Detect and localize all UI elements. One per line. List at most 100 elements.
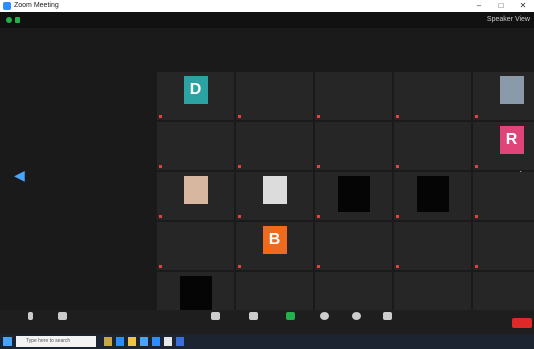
meeting-info-icon[interactable]: [6, 17, 12, 23]
windows-start-icon[interactable]: [3, 337, 12, 346]
participant-tile[interactable]: [236, 72, 313, 120]
participant-name-caption: [475, 164, 534, 169]
participant-tile[interactable]: [394, 122, 471, 170]
video-off-placeholder: [337, 176, 370, 212]
muted-microphone-icon: [317, 115, 320, 119]
share-screen-icon: [285, 312, 295, 320]
muted-microphone-icon: [238, 215, 241, 219]
end-meeting-button[interactable]: [512, 318, 532, 328]
participant-tile[interactable]: [315, 172, 392, 220]
participant-tile[interactable]: [157, 172, 234, 220]
video-camera-icon: [57, 312, 67, 320]
participant-tile[interactable]: [236, 172, 313, 220]
muted-microphone-icon: [396, 165, 399, 169]
chevron-left-icon[interactable]: ◀: [14, 166, 25, 184]
record-button[interactable]: [314, 312, 334, 332]
participant-avatar: [183, 176, 208, 204]
reactions-icon: [351, 312, 361, 320]
chat-icon: [248, 312, 258, 320]
participant-name-caption: [238, 114, 311, 119]
encryption-icon[interactable]: [15, 17, 20, 23]
participant-avatar: D: [183, 76, 208, 104]
reactions-button[interactable]: [344, 312, 368, 332]
participant-tile[interactable]: [394, 222, 471, 270]
chat-button[interactable]: [244, 312, 262, 332]
participant-tile[interactable]: [315, 72, 392, 120]
participant-name-caption: [238, 164, 311, 169]
close-icon[interactable]: ✕: [512, 0, 534, 12]
participant-name-caption: [475, 114, 534, 119]
participant-name-caption: [317, 164, 390, 169]
windows-taskbar: Type here to search: [0, 334, 534, 349]
participant-avatar: [262, 176, 287, 204]
muted-microphone-icon: [317, 265, 320, 269]
apps-icon: [382, 312, 392, 320]
participant-tile[interactable]: [157, 122, 234, 170]
participant-name-caption: [396, 114, 469, 119]
zoom-taskbar-icon[interactable]: [152, 337, 160, 346]
participant-name-caption: [238, 214, 311, 219]
taskbar-app-icon[interactable]: [140, 337, 148, 346]
muted-microphone-icon: [159, 265, 162, 269]
participant-tile[interactable]: [394, 72, 471, 120]
folder-icon[interactable]: [128, 337, 136, 346]
taskbar-app-icon[interactable]: [176, 337, 184, 346]
participants-button[interactable]: [200, 312, 230, 332]
minimize-icon[interactable]: –: [468, 0, 490, 12]
muted-microphone-icon: [159, 165, 162, 169]
muted-microphone-icon: [396, 215, 399, 219]
participants-icon: [210, 312, 220, 320]
participant-avatar: R: [499, 126, 524, 154]
muted-microphone-icon: [238, 115, 241, 119]
muted-microphone-icon: [475, 265, 478, 269]
meeting-toolbar: [0, 310, 534, 334]
taskbar-search-input[interactable]: Type here to search: [16, 336, 96, 347]
record-icon: [319, 312, 329, 320]
participant-name-caption: [159, 214, 232, 219]
video-off-placeholder: [179, 276, 212, 312]
muted-microphone-icon: [238, 165, 241, 169]
share-screen-button[interactable]: [276, 312, 304, 332]
muted-microphone-icon: [317, 165, 320, 169]
participant-name-caption: [159, 264, 232, 269]
taskbar-app-icon[interactable]: [164, 337, 172, 346]
maximize-icon[interactable]: □: [490, 0, 512, 12]
mute-button[interactable]: [20, 312, 40, 332]
muted-microphone-icon: [475, 165, 478, 169]
participant-name-caption: [396, 264, 469, 269]
muted-microphone-icon: [396, 115, 399, 119]
taskbar-app-icon[interactable]: [116, 337, 124, 346]
participant-name-caption: [396, 214, 469, 219]
muted-microphone-icon: [475, 115, 478, 119]
participant-tile[interactable]: [473, 172, 534, 220]
participant-name-caption: [475, 214, 534, 219]
participant-tile[interactable]: B: [236, 222, 313, 270]
participant-tile[interactable]: [157, 222, 234, 270]
apps-button[interactable]: [378, 312, 396, 332]
participant-name-caption: [475, 264, 534, 269]
participant-name-caption: [238, 264, 311, 269]
participant-tile[interactable]: [315, 122, 392, 170]
meeting-status-bar: Speaker View: [0, 12, 534, 28]
participant-name-caption: [396, 164, 469, 169]
participant-tile[interactable]: [394, 172, 471, 220]
taskbar-app-icon[interactable]: [104, 337, 112, 346]
participant-tile[interactable]: [236, 122, 313, 170]
video-button[interactable]: [48, 312, 76, 332]
zoom-app-icon: [3, 2, 11, 10]
participant-tile[interactable]: [315, 222, 392, 270]
participant-avatar: [499, 76, 524, 104]
microphone-icon: [27, 312, 33, 320]
video-off-placeholder: [416, 176, 449, 212]
participant-name-caption: [317, 114, 390, 119]
muted-microphone-icon: [159, 215, 162, 219]
participant-tile[interactable]: [473, 222, 534, 270]
muted-microphone-icon: [159, 115, 162, 119]
view-toggle[interactable]: Speaker View: [487, 16, 530, 23]
participant-name-caption: [317, 264, 390, 269]
titlebar: Zoom Meeting – □ ✕: [0, 0, 534, 12]
participant-tile[interactable]: D: [157, 72, 234, 120]
muted-microphone-icon: [475, 215, 478, 219]
participant-tile[interactable]: [473, 72, 534, 120]
participant-tile[interactable]: R: [473, 122, 534, 170]
